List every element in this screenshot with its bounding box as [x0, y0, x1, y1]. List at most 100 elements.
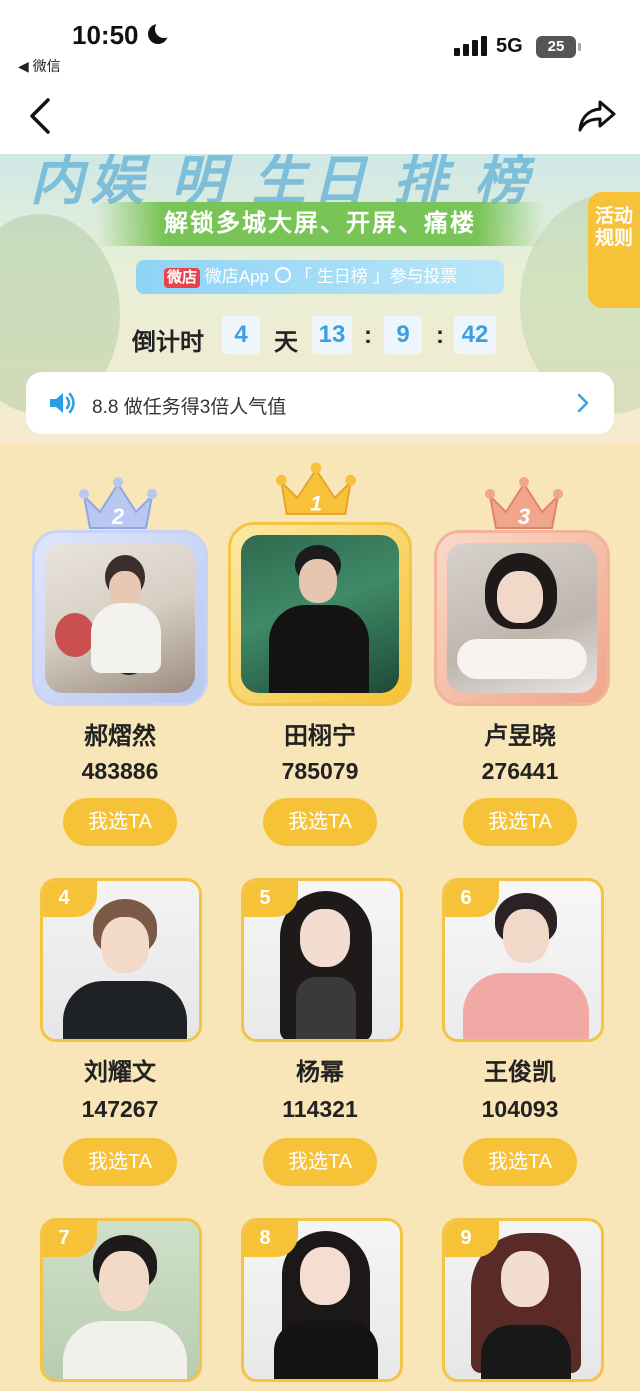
avatar[interactable]: [45, 543, 195, 693]
celebrity-name: 郝熠然: [84, 723, 156, 750]
rank-badge: 4: [43, 881, 97, 917]
celebrity-name: 杨幂: [296, 1059, 344, 1086]
countdown-seconds: 42: [454, 316, 496, 354]
notice-text: 8.8 做任务得3倍人气值: [92, 397, 287, 418]
avatar-frame: [228, 522, 412, 706]
avatar[interactable]: 8: [241, 1218, 403, 1382]
person-face: [501, 1251, 549, 1307]
avatar[interactable]: 5: [241, 878, 403, 1042]
ranking-card-3: 3 卢昱晓 276441 我选TA: [420, 470, 620, 860]
person-body: [269, 605, 369, 693]
rank-badge: 8: [244, 1221, 298, 1257]
person-face: [101, 917, 149, 973]
ranking-card-1: 1 田栩宁 785079 我选TA: [220, 460, 420, 860]
rank-number: 1: [310, 491, 322, 515]
avatar[interactable]: 7: [40, 1218, 202, 1382]
vote-count: 276441: [481, 758, 559, 784]
person-face: [109, 571, 141, 607]
ranking-card-6: 6 王俊凯 104093 我选TA: [420, 876, 620, 1216]
rank-badge: 5: [244, 881, 298, 917]
countdown-days: 4: [222, 316, 260, 354]
vote-count: 104093: [481, 1096, 559, 1122]
chevron-right-icon: [577, 393, 589, 413]
vote-button[interactable]: 我选TA: [63, 1138, 177, 1186]
rank-badge: 6: [445, 881, 499, 917]
status-bar: 10:50 ◀ 微信 5G 25: [0, 0, 640, 80]
share-button[interactable]: [576, 96, 618, 136]
nav-bar: [0, 80, 640, 154]
app-vote-pill[interactable]: 微店 微店App 「 生日榜 」参与投票: [136, 260, 504, 294]
rank-badge: 7: [43, 1221, 97, 1257]
vote-count: 483886: [81, 758, 159, 784]
person-face: [300, 1247, 350, 1305]
clock: 10:50: [72, 20, 139, 50]
countdown-label: 倒计时: [132, 329, 204, 356]
avatar[interactable]: [447, 543, 597, 693]
search-icon: [275, 267, 291, 283]
avatar-frame: [32, 530, 208, 706]
celebrity-name: 田栩宁: [284, 723, 356, 750]
person-body: [274, 1321, 378, 1379]
silver-crown-icon: 2: [79, 477, 157, 529]
moon-icon: [148, 20, 173, 44]
countdown-separator: :: [364, 322, 372, 349]
countdown-separator: :: [436, 322, 444, 349]
person-dress: [296, 977, 356, 1039]
avatar[interactable]: 6: [442, 878, 604, 1042]
app-name: 微店App: [204, 267, 269, 286]
ranking-card-8: 8: [220, 1216, 420, 1391]
rules-tab[interactable]: 活动规则: [588, 192, 640, 308]
celebrity-name: 卢昱晓: [484, 723, 556, 750]
back-button[interactable]: [24, 94, 64, 138]
person-face: [99, 1251, 149, 1311]
person-body: [91, 603, 161, 673]
weidian-logo: 微店: [164, 260, 201, 294]
vote-count: 785079: [281, 758, 359, 784]
vote-button[interactable]: 我选TA: [463, 1138, 577, 1186]
vote-count: 147267: [81, 1096, 159, 1122]
countdown: 倒计时 4 天 13 : 9 : 42: [0, 316, 640, 356]
event-subtitle: 解锁多城大屏、开屏、痛楼: [96, 202, 544, 246]
app-instruction: 「 生日榜 」参与投票: [295, 267, 458, 286]
avatar[interactable]: [241, 535, 399, 693]
vote-button[interactable]: 我选TA: [63, 798, 177, 846]
share-icon: [578, 100, 616, 132]
vote-button[interactable]: 我选TA: [463, 798, 577, 846]
ranking-card-7: 7: [20, 1216, 220, 1391]
rank-number: 3: [518, 504, 530, 529]
vote-button[interactable]: 我选TA: [263, 1138, 377, 1186]
rank-badge: 9: [445, 1221, 499, 1257]
rank-number: 2: [111, 504, 125, 529]
person-body: [481, 1325, 571, 1379]
balloon-decoration: [55, 613, 95, 657]
chevron-left-icon: [30, 98, 50, 134]
avatar[interactable]: 9: [442, 1218, 604, 1382]
person-face: [299, 559, 337, 603]
notice-bar[interactable]: 8.8 做任务得3倍人气值: [26, 372, 614, 434]
person-face: [497, 571, 543, 623]
countdown-minutes: 9: [384, 316, 422, 354]
ranking-card-4: 4 刘耀文 147267 我选TA: [20, 876, 220, 1216]
signal-icon: [454, 36, 488, 56]
network-type: 5G: [496, 35, 523, 57]
back-to-app-link[interactable]: ◀ 微信: [18, 56, 61, 76]
vote-count: 114321: [282, 1096, 358, 1122]
avatar[interactable]: 4: [40, 878, 202, 1042]
avatar-frame: [434, 530, 610, 706]
ranking-card-9: 9: [420, 1216, 620, 1391]
countdown-day-unit: 天: [274, 329, 298, 356]
vote-button[interactable]: 我选TA: [263, 798, 377, 846]
celebrity-name: 刘耀文: [84, 1059, 156, 1086]
person-body: [63, 981, 187, 1039]
ranking-card-5: 5 杨幂 114321 我选TA: [220, 876, 420, 1216]
person-body: [63, 1321, 187, 1379]
person-body: [463, 973, 589, 1039]
ranking-card-2: 2 郝熠然 483886 我选TA: [20, 470, 220, 860]
countdown-hours: 13: [312, 316, 352, 354]
celebrity-name: 王俊凯: [484, 1059, 556, 1086]
person-face: [300, 909, 350, 967]
battery-icon: 25: [536, 36, 581, 58]
speaker-icon: [50, 392, 75, 414]
bronze-crown-icon: 3: [485, 477, 563, 529]
person-arms: [457, 639, 587, 679]
